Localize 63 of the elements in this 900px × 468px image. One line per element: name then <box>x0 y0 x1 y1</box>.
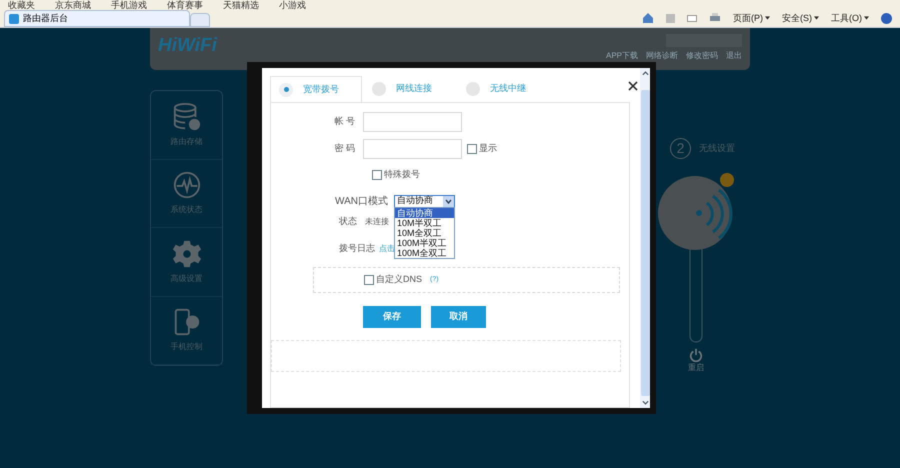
sidebar-label: 手机控制 <box>170 341 202 354</box>
chevron-down-icon <box>443 196 454 206</box>
reboot-label: 重启 <box>688 362 704 374</box>
checkbox[interactable] <box>372 170 382 180</box>
connection-tab[interactable]: 无线中继 <box>458 76 550 102</box>
favorite-link[interactable]: 京东商城 <box>55 1 91 10</box>
status-label: 状态 <box>339 215 358 228</box>
password-label: 密 码 <box>333 142 356 156</box>
wan-mode-select[interactable]: 自动协商 <box>394 194 455 208</box>
settings-icon <box>172 238 202 269</box>
account-label: 帐 号 <box>333 115 356 128</box>
checkbox[interactable] <box>467 144 477 154</box>
sidebar-label: 系统状态 <box>170 204 202 216</box>
command-menu[interactable]: 安全(S) <box>782 12 819 25</box>
scrollbar[interactable] <box>640 68 650 408</box>
save-button[interactable]: 保存 <box>363 306 421 328</box>
connection-tab[interactable]: 宽带拨号 <box>270 76 362 102</box>
dial-log-label: 拨号日志 <box>339 242 376 256</box>
account-field[interactable] <box>363 112 462 132</box>
dropdown-option[interactable]: 10M全双工 <box>395 228 454 238</box>
caret-icon <box>864 16 869 20</box>
site-icon <box>9 14 19 24</box>
scroll-down-icon[interactable] <box>642 400 648 406</box>
power-icon[interactable] <box>689 348 703 362</box>
step-number: 2 <box>670 138 691 159</box>
browser-tab[interactable]: 路由器后台 <box>4 10 190 27</box>
favorite-link[interactable]: 手机游戏 <box>111 1 147 10</box>
sidebar-label: 高级设置 <box>170 272 202 285</box>
wan-mode-label: WAN口模式 <box>334 194 389 208</box>
command-menu[interactable]: 页面(P) <box>733 12 770 25</box>
caret-icon <box>765 16 770 20</box>
dropdown-option[interactable]: 自动协商 <box>395 208 454 218</box>
sidebar-label: 路由存储 <box>170 136 202 148</box>
pulse-icon <box>172 170 202 200</box>
database-icon <box>172 102 202 132</box>
favorite-link[interactable]: 小游戏 <box>279 1 306 10</box>
dropdown-option[interactable]: 100M半双工 <box>395 238 454 248</box>
home-icon[interactable] <box>642 12 654 24</box>
dropdown-option[interactable]: 100M全双工 <box>395 248 454 258</box>
caret-icon <box>814 16 819 20</box>
checkbox[interactable] <box>364 275 374 285</box>
show-password-label: 显示 <box>479 142 497 156</box>
header-link[interactable]: 退出 <box>726 50 742 62</box>
special-dial-label: 特殊拨号 <box>384 168 420 182</box>
password-field[interactable] <box>363 139 462 159</box>
command-menu[interactable]: 工具(O) <box>831 12 869 25</box>
header-link[interactable]: 网络诊断 <box>646 50 678 62</box>
custom-dns-label: 自定义DNS <box>376 273 422 286</box>
header-link[interactable]: 修改密码 <box>686 50 718 62</box>
scroll-up-icon[interactable] <box>642 70 648 76</box>
status-value: 未连接 <box>365 216 389 228</box>
mail-icon[interactable] <box>687 14 697 22</box>
cancel-button[interactable]: 取消 <box>431 306 486 328</box>
favorite-link[interactable]: 体育赛事 <box>167 1 203 10</box>
header-link[interactable]: APP下载 <box>606 50 638 62</box>
dial-log-link[interactable]: 点击 <box>379 243 395 255</box>
favorite-link[interactable]: 收藏夹 <box>8 1 35 10</box>
step-label: 无线设置 <box>699 142 735 155</box>
close-icon[interactable] <box>628 81 638 91</box>
logo: HiWiFi <box>158 34 217 56</box>
dropdown-option[interactable]: 10M半双工 <box>395 218 454 228</box>
connection-tab[interactable]: 网线连接 <box>364 76 456 102</box>
favorite-link[interactable]: 天猫精选 <box>223 1 259 10</box>
